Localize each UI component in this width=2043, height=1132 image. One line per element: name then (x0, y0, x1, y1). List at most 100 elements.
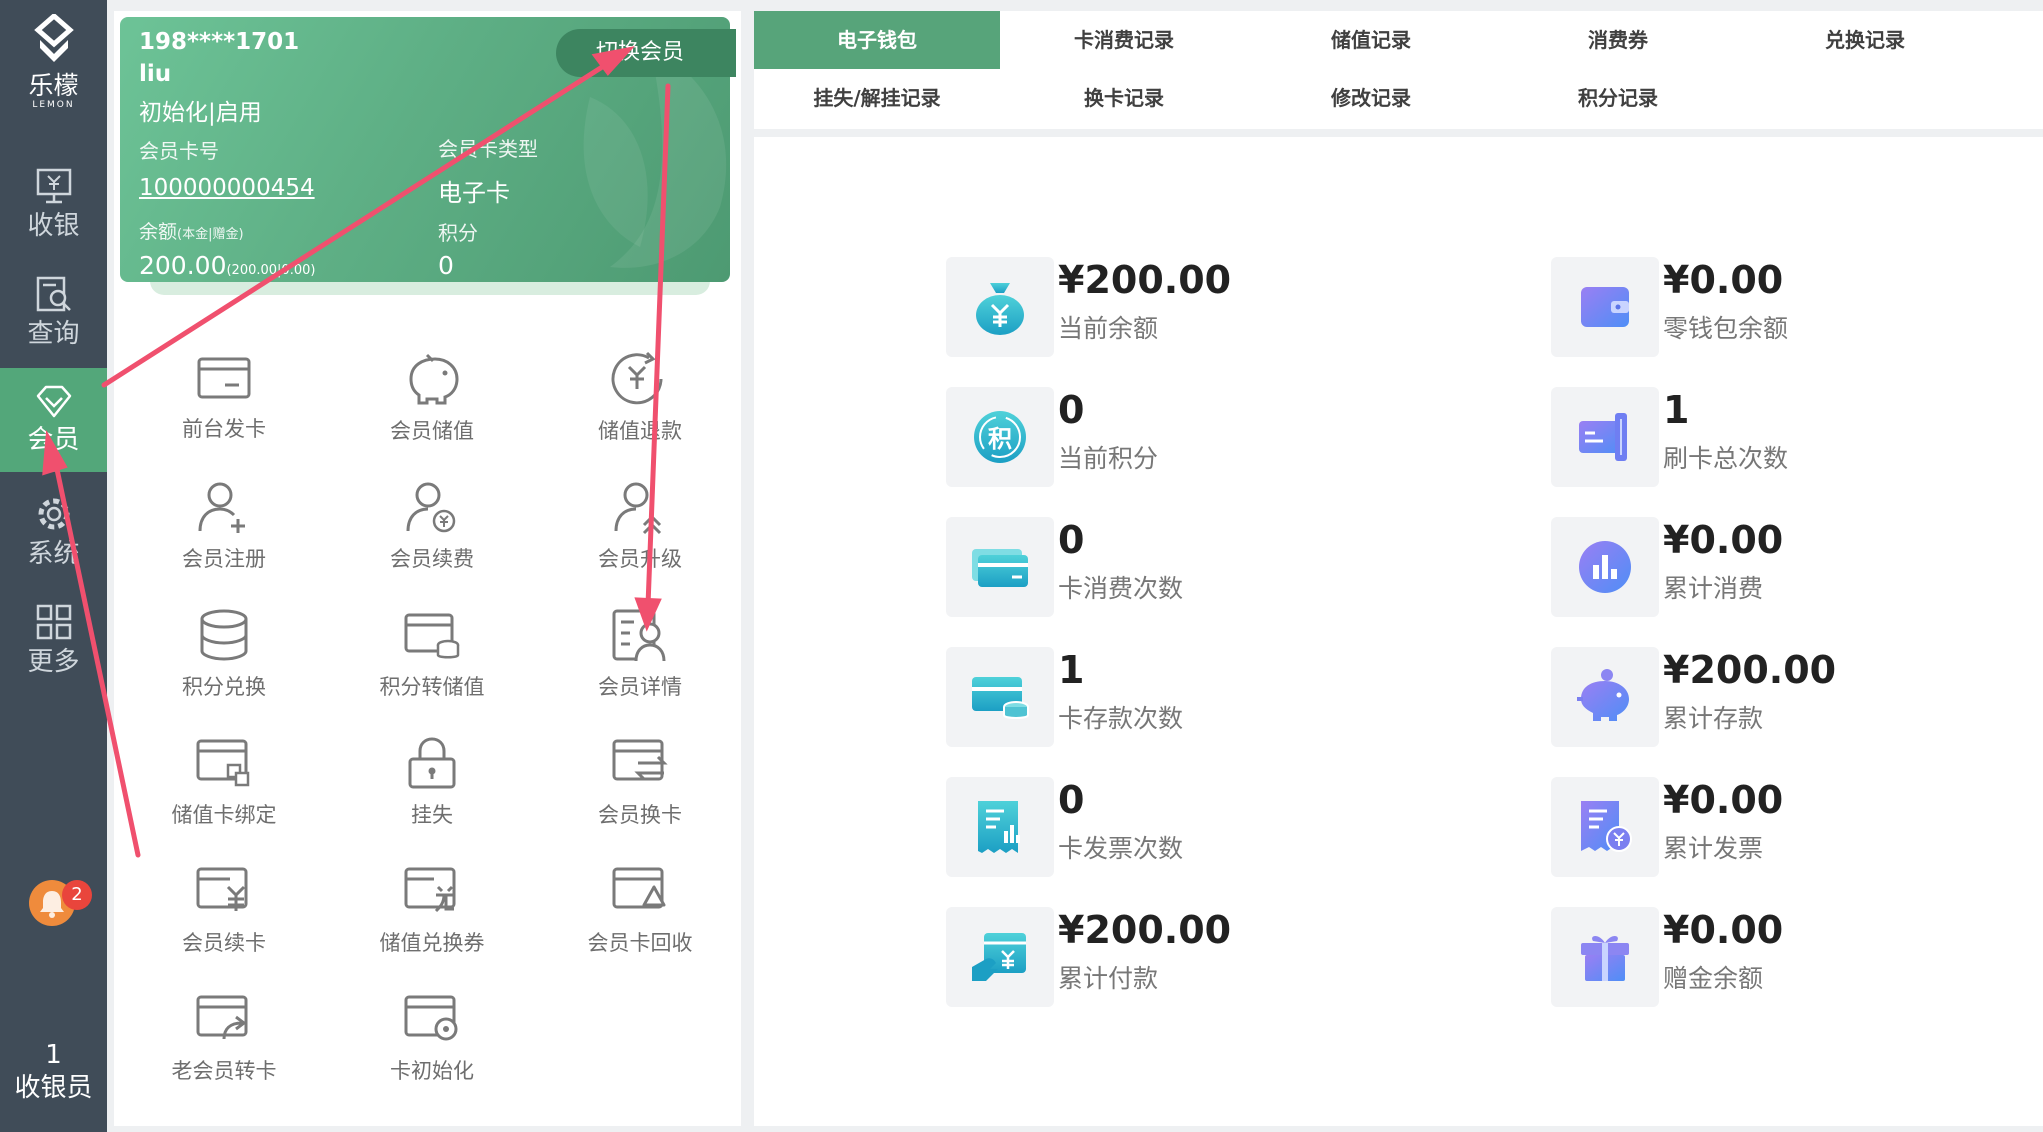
card-type-value: 电子卡 (438, 179, 510, 207)
tab-deposit-records[interactable]: 储值记录 (1248, 11, 1494, 69)
tab-exchange-records[interactable]: 兑换记录 (1742, 11, 1988, 69)
action-points-to-deposit[interactable]: 积分转储值 (332, 607, 532, 735)
stat-total-payment: ¥200.00 累计付款 (946, 907, 1466, 1007)
action-old-member-transfer[interactable]: 老会员转卡 (124, 991, 324, 1119)
card-icon (197, 357, 251, 399)
piggy-icon (1577, 669, 1629, 721)
action-label: 卡初始化 (390, 1059, 474, 1083)
stat-value: 0 (1058, 778, 1085, 822)
action-label: 会员升级 (598, 547, 682, 571)
diamond-icon (36, 385, 71, 418)
nav-item-more[interactable]: 更多 (0, 586, 107, 690)
nav-item-member[interactable]: 会员 (0, 368, 107, 472)
bar-chart-icon (1579, 541, 1631, 593)
action-label: 会员详情 (598, 675, 682, 699)
stat-value: 1 (1058, 648, 1085, 692)
action-card-initialize[interactable]: 卡初始化 (332, 991, 532, 1119)
action-member-detail[interactable]: 会员详情 (540, 607, 740, 735)
database-icon (200, 609, 248, 661)
user-renew-icon (406, 482, 456, 533)
stat-icon-box (946, 647, 1054, 747)
balance-value: 200.00(200.00|0.00) (139, 251, 316, 280)
stat-label: 赠金余额 (1663, 964, 1764, 993)
card-swap-icon (612, 739, 668, 781)
user-add-icon (198, 482, 245, 533)
member-status: 初始化|启用 (139, 100, 262, 126)
stat-label: 刷卡总次数 (1663, 444, 1789, 473)
cashier-label[interactable]: 收银员 (0, 1072, 107, 1104)
svg-text:积: 积 (988, 425, 1012, 453)
money-bag-icon (976, 283, 1024, 335)
action-report-loss[interactable]: 挂失 (332, 735, 532, 863)
piggy-bank-icon (409, 353, 459, 405)
action-card-swap[interactable]: 会员换卡 (540, 735, 740, 863)
tab-points-records[interactable]: 积分记录 (1495, 69, 1741, 127)
action-deposit-voucher[interactable]: 储值兑换券 (332, 863, 532, 991)
action-label: 会员卡回收 (587, 931, 693, 955)
tab-card-consumption[interactable]: 卡消费记录 (1001, 11, 1247, 69)
refund-icon (611, 351, 663, 405)
stat-label: 当前余额 (1058, 314, 1159, 343)
stat-icon-box (946, 907, 1054, 1007)
stat-value: 1 (1663, 388, 1690, 432)
action-card-renew[interactable]: 会员续卡 (124, 863, 324, 991)
action-deposit-refund[interactable]: 储值退款 (540, 351, 740, 479)
action-label: 挂失 (411, 803, 453, 827)
tab-modify-records[interactable]: 修改记录 (1248, 69, 1494, 127)
cash-register-icon (36, 168, 71, 204)
stat-value: 0 (1058, 518, 1085, 562)
stat-label: 卡存款次数 (1058, 704, 1184, 733)
action-label: 前台发卡 (182, 417, 266, 441)
stat-icon-box (946, 777, 1054, 877)
action-member-renew[interactable]: 会员续费 (332, 479, 532, 607)
action-member-deposit[interactable]: 会员储值 (332, 351, 532, 479)
action-label: 会员注册 (182, 547, 266, 571)
card-number-link[interactable]: 100000000454 (139, 175, 315, 201)
action-card-bind[interactable]: 储值卡绑定 (124, 735, 324, 863)
action-issue-card[interactable]: 前台发卡 (124, 351, 324, 479)
sidebar: 乐檬 LEMON 收银 查询 会员 系统 更多 2 1 收银员 (0, 0, 107, 1132)
stat-label: 累计付款 (1058, 964, 1159, 993)
nav-label: 系统 (27, 539, 80, 569)
action-member-upgrade[interactable]: 会员升级 (540, 479, 740, 607)
notification-badge: 2 (62, 880, 92, 910)
stat-icon-box (946, 257, 1054, 357)
stat-value: ¥200.00 (1663, 648, 1837, 692)
stat-value: ¥0.00 (1663, 778, 1784, 822)
action-label: 会员续卡 (182, 931, 266, 955)
gift-icon (1581, 936, 1629, 981)
tab-loss-records[interactable]: 挂失/解挂记录 (754, 69, 1000, 127)
action-member-register[interactable]: 会员注册 (124, 479, 324, 607)
action-label: 会员续费 (390, 547, 474, 571)
action-label: 积分兑换 (182, 675, 266, 699)
nav-label: 查询 (27, 319, 80, 349)
action-points-exchange[interactable]: 积分兑换 (124, 607, 324, 735)
stat-card-invoice-count: 0 卡发票次数 (946, 777, 1466, 877)
stat-icon-box (1551, 907, 1659, 1007)
stat-value: ¥200.00 (1058, 908, 1232, 952)
stat-label: 卡发票次数 (1058, 834, 1184, 863)
action-card-recycle[interactable]: 会员卡回收 (540, 863, 740, 991)
invoice-icon (978, 801, 1020, 853)
nav-item-cashier[interactable]: 收银 (0, 150, 107, 254)
nav-item-system[interactable]: 系统 (0, 478, 107, 582)
wallet-icon (1581, 287, 1629, 327)
cashier-number: 1 (45, 1040, 62, 1070)
stat-label: 当前积分 (1058, 444, 1159, 473)
tab-coupons[interactable]: 消费券 (1495, 11, 1741, 69)
tab-card-swap-records[interactable]: 换卡记录 (1001, 69, 1247, 127)
tab-e-wallet[interactable]: 电子钱包 (754, 11, 1000, 69)
stat-icon-box (1551, 777, 1659, 877)
stat-current-balance: ¥200.00 当前余额 (946, 257, 1466, 357)
action-label: 会员换卡 (598, 803, 682, 827)
nav-item-query[interactable]: 查询 (0, 258, 107, 362)
stat-label: 卡消费次数 (1058, 574, 1184, 603)
stat-card-swipe-count: 1 刷卡总次数 (1551, 387, 2043, 487)
card-number-label: 会员卡号 (139, 139, 219, 163)
card-type-label: 会员卡类型 (438, 137, 538, 161)
points-value: 0 (438, 251, 454, 280)
card-exchange-icon (404, 867, 456, 913)
stat-change-wallet: ¥0.00 零钱包余额 (1551, 257, 2043, 357)
action-label: 储值退款 (598, 419, 682, 443)
switch-member-button[interactable]: 切换会员 (556, 29, 736, 77)
